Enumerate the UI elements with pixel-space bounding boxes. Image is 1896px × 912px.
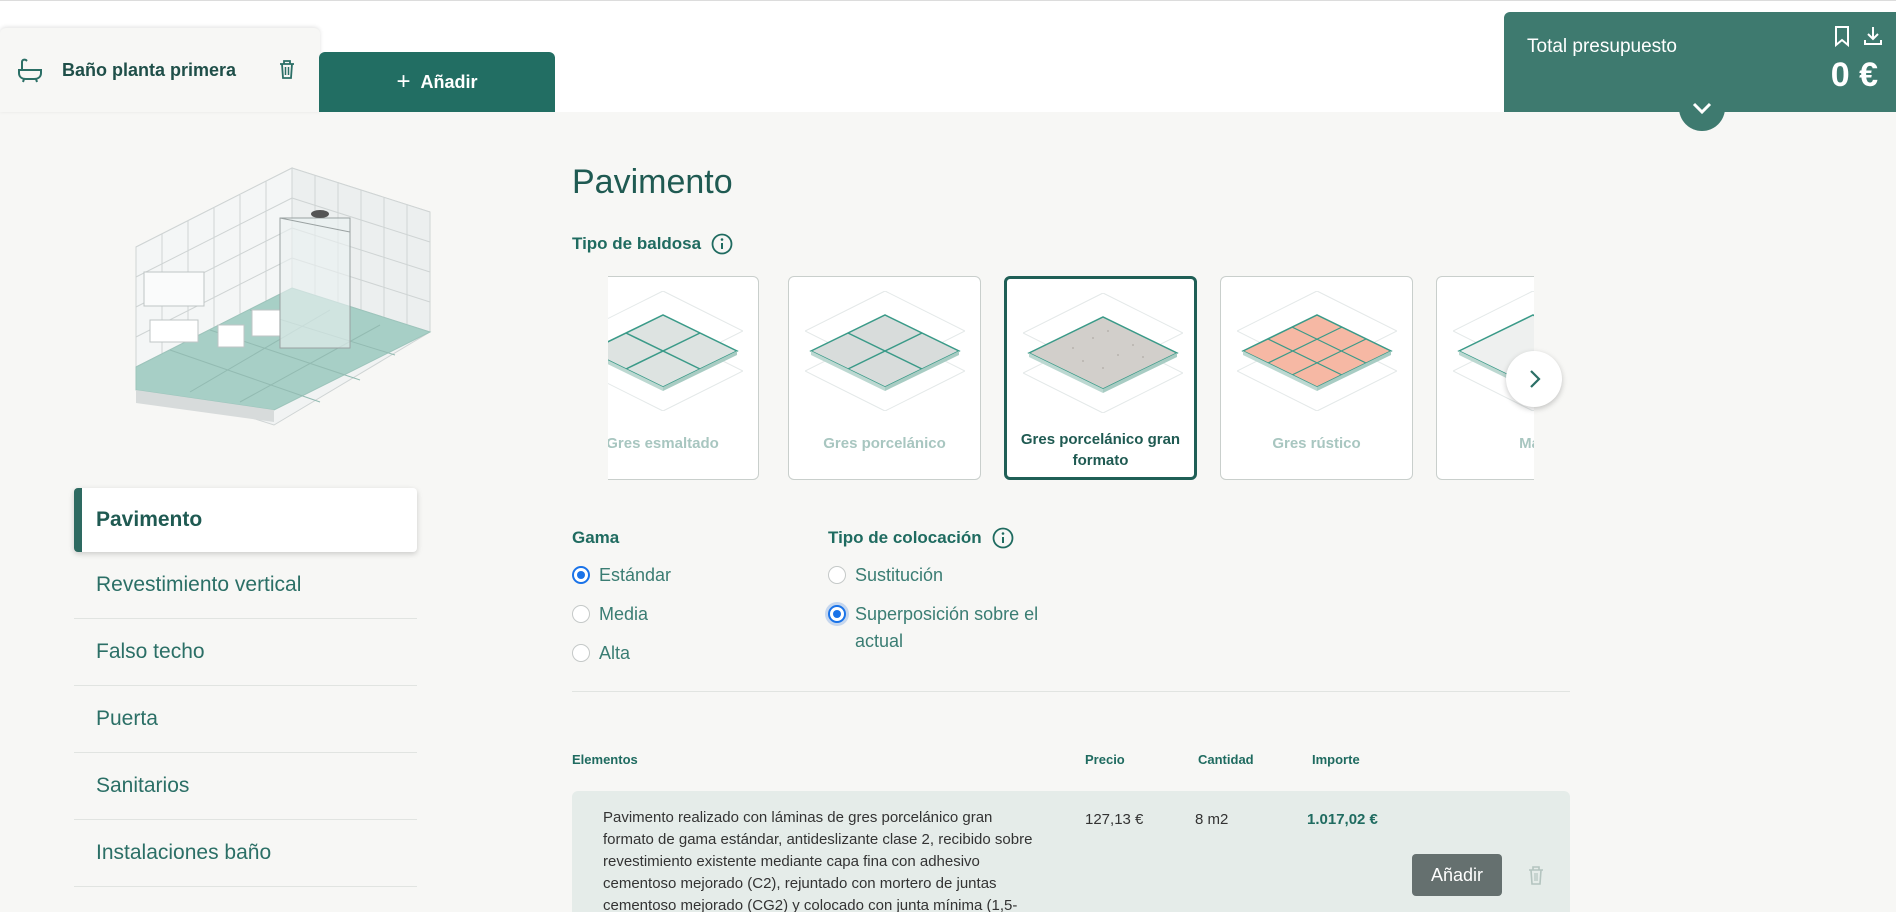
tile-caption: Már [1519,435,1534,452]
tile-caption: Gres esmaltado [608,435,719,452]
radio-alta[interactable] [572,644,590,662]
plus-icon: + [396,68,411,95]
tile-card-gres-rustico[interactable]: Gres rústico [1220,276,1413,480]
option-label: Superposición sobre el actual [855,604,1039,651]
tile-type-label: Tipo de baldosa [572,234,702,253]
gama-option-alta[interactable]: Alta [572,640,671,667]
colocacion-label: Tipo de colocación [828,528,982,547]
nav-item-pavimento[interactable]: Pavimento [74,488,417,552]
tile-type-heading: Tipo de baldosa [572,233,733,255]
col-header-price: Precio [1085,752,1125,767]
option-label: Alta [599,643,631,663]
option-label: Media [599,604,649,624]
delete-item-icon[interactable] [1527,864,1545,886]
row-price: 127,13 € [1085,811,1144,828]
tile-caption: Gres rústico [1272,435,1361,452]
colocacion-heading: Tipo de colocación [828,526,1058,550]
tile-card-gres-esmaltado[interactable]: Gres esmaltado [608,276,759,480]
col-header-amount: Importe [1312,752,1360,767]
row-qty: 8 m2 [1195,811,1229,828]
budget-label: Total presupuesto [1527,36,1677,57]
colocacion-group: Tipo de colocación Sustitución Superposi… [828,526,1058,655]
bathroom-illustration [135,167,432,426]
tile-caption: Gres porcelánico [823,435,946,452]
gama-group: Gama Estándar Media Alta [572,526,671,667]
col-header-qty: Cantidad [1198,752,1254,767]
nav-item-puerta[interactable]: Puerta [74,686,417,753]
nav-item-sanitarios[interactable]: Sanitarios [74,753,417,820]
col-header-elements: Elementos [572,752,638,767]
tile-carousel: Gres esmaltado Gres porcelánico Gres por… [608,275,1534,482]
page-title: Pavimento [572,163,733,201]
nav-item-instalaciones-bano[interactable]: Instalaciones baño [74,820,417,887]
section-divider [572,691,1570,692]
add-item-button[interactable]: Añadir [1412,854,1502,896]
delete-room-icon[interactable] [276,57,298,81]
option-label: Estándar [599,565,672,585]
colocacion-option-sustitucion[interactable]: Sustitución [828,562,1058,589]
room-name: Baño planta primera [62,59,237,80]
row-amount: 1.017,02 € [1307,811,1378,828]
option-label: Sustitución [855,565,944,585]
row-description: Pavimento realizado con láminas de gres … [603,809,1033,912]
tile-caption: Gres porcelánico gran formato [1020,431,1181,469]
budget-amount: 0 € [1830,56,1878,94]
radio-media[interactable] [572,605,590,623]
gama-label: Gama [572,528,620,547]
bookmark-icon[interactable] [1831,24,1853,48]
room-tab[interactable]: Baño planta primera [0,28,320,112]
nav-item-revestimiento-vertical[interactable]: Revestimiento vertical [74,552,417,619]
section-nav: Pavimento Revestimiento vertical Falso t… [74,488,417,887]
tile-gres-porcelanico-image [805,291,965,411]
tile-gres-rustico-image [1237,291,1397,411]
table-row: Pavimento realizado con láminas de gres … [572,791,1570,912]
colocacion-option-superposicion[interactable]: Superposición sobre el actual [828,601,1058,655]
tile-gres-esmaltado-image [608,291,743,411]
gama-option-estandar[interactable]: Estándar [572,562,671,589]
radio-estandar[interactable] [572,566,590,584]
bathtub-icon [18,58,42,83]
gama-option-media[interactable]: Media [572,601,671,628]
chevron-down-icon [1692,102,1712,115]
tile-card-gres-porcelanico[interactable]: Gres porcelánico [788,276,981,480]
info-icon[interactable] [992,527,1014,549]
tile-gran-formato-image [1023,293,1183,413]
carousel-next-button[interactable] [1506,351,1562,407]
nav-item-falso-techo[interactable]: Falso techo [74,619,417,686]
download-icon[interactable] [1862,24,1884,48]
tile-card-gres-porcelanico-gran-formato[interactable]: Gres porcelánico gran formato [1004,276,1197,480]
info-icon[interactable] [711,233,733,255]
radio-superposicion[interactable] [828,605,846,623]
chevron-right-icon [1530,370,1541,388]
budget-expand-button[interactable] [1679,85,1725,131]
radio-sustitucion[interactable] [828,566,846,584]
add-room-label: Añadir [420,71,478,92]
add-room-button[interactable]: + Añadir [319,52,555,112]
